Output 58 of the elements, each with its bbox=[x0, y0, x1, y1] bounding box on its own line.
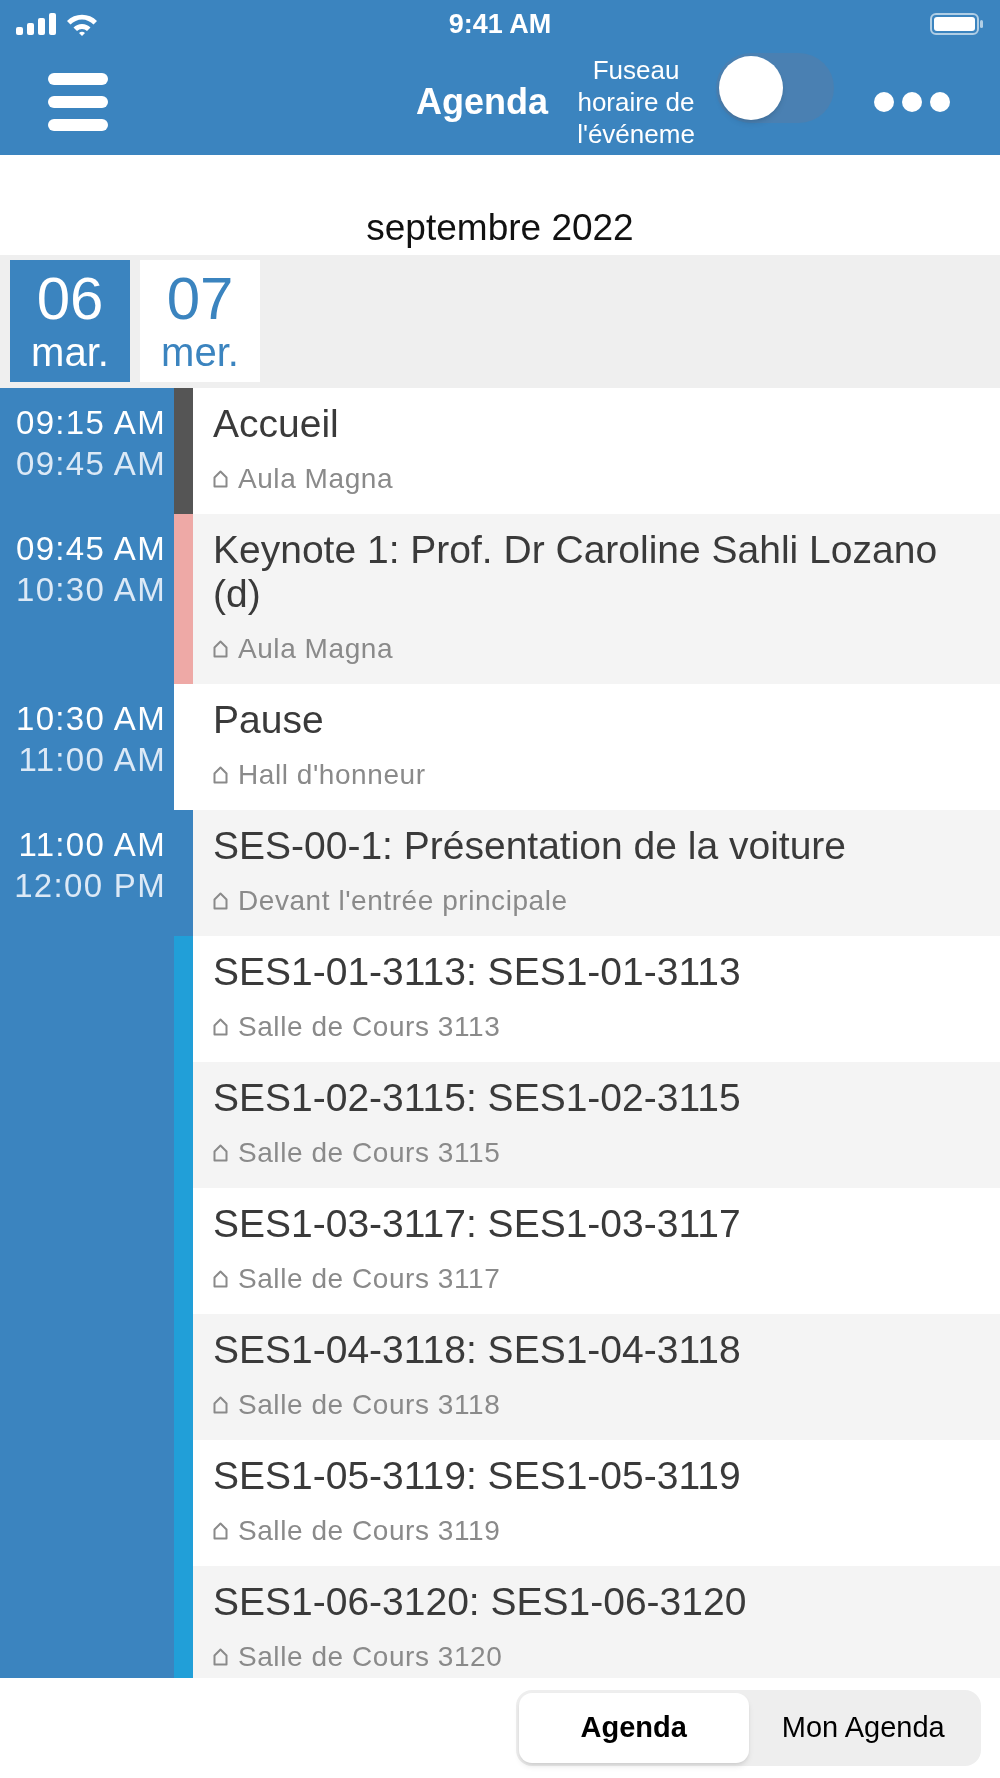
month-label: septembre 2022 bbox=[366, 206, 634, 250]
menu-icon bbox=[48, 72, 108, 131]
event-item[interactable]: SES1-02-3115: SES1-02-3115 Salle de Cours 3115 bbox=[193, 1062, 1000, 1188]
location-text: Salle de Cours 3115 bbox=[238, 1136, 501, 1170]
more-button[interactable] bbox=[874, 91, 950, 112]
signal-icon bbox=[16, 13, 56, 35]
wifi-icon bbox=[66, 12, 98, 36]
event-title: SES-00-1: Présentation de la voiture bbox=[213, 824, 848, 868]
event-title: Keynote 1: Prof. Dr Caroline Sahli Lozano (d) bbox=[213, 528, 939, 616]
end-time: 11:00 AM bbox=[18, 740, 166, 780]
event-item[interactable]: SES-00-1: Présentation de la voiture Devant l'entrée principale bbox=[193, 810, 1000, 936]
menu-button[interactable] bbox=[48, 72, 108, 131]
status-time: 9:41 AM bbox=[448, 7, 552, 41]
event-item[interactable]: Keynote 1: Prof. Dr Caroline Sahli Lozano (d) Aula Magna bbox=[193, 514, 1000, 684]
location-text: Hall d'honneur bbox=[238, 758, 426, 792]
location-text: Aula Magna bbox=[238, 462, 394, 496]
event-title: SES1-04-3118: SES1-04-3118 bbox=[213, 1328, 742, 1372]
event-item[interactable]: SES1-06-3120: SES1-06-3120 Salle de Cours 3120 bbox=[193, 1566, 1000, 1678]
event-title: SES1-05-3119: SES1-05-3119 bbox=[213, 1454, 742, 1498]
view-tab[interactable]: Agenda bbox=[519, 1693, 749, 1763]
toggle-label: Fuseau horaire de l'événeme bbox=[576, 53, 696, 150]
house-icon bbox=[213, 1270, 228, 1288]
location-text: Salle de Cours 3118 bbox=[238, 1388, 501, 1422]
start-time: 11:00 AM bbox=[18, 825, 166, 865]
start-time: 09:15 AM bbox=[16, 403, 166, 443]
event-title: SES1-06-3120: SES1-06-3120 bbox=[213, 1580, 748, 1624]
day-tab[interactable]: 06 mar. bbox=[10, 260, 130, 382]
end-time: 10:30 AM bbox=[16, 570, 166, 610]
location-text: Salle de Cours 3120 bbox=[238, 1640, 503, 1674]
location-text: Aula Magna bbox=[238, 632, 394, 666]
event-title: SES1-03-3117: SES1-03-3117 bbox=[213, 1202, 742, 1246]
event-title: Accueil bbox=[213, 402, 340, 446]
house-icon bbox=[213, 1396, 228, 1414]
house-icon bbox=[213, 1018, 228, 1036]
start-time: 09:45 AM bbox=[16, 529, 166, 569]
end-time: 12:00 PM bbox=[14, 866, 166, 906]
house-icon bbox=[213, 470, 228, 488]
day-tab[interactable]: 07 mer. bbox=[140, 260, 260, 382]
start-time: 10:30 AM bbox=[16, 699, 166, 739]
house-icon bbox=[213, 640, 228, 658]
house-icon bbox=[213, 766, 228, 784]
location-text: Salle de Cours 3113 bbox=[238, 1010, 501, 1044]
event-title: SES1-01-3113: SES1-01-3113 bbox=[213, 950, 742, 994]
house-icon bbox=[213, 1522, 228, 1540]
location-text: Salle de Cours 3117 bbox=[238, 1262, 501, 1296]
end-time: 09:45 AM bbox=[16, 444, 166, 484]
more-icon bbox=[874, 91, 950, 112]
house-icon bbox=[213, 1648, 228, 1666]
location-text: Salle de Cours 3119 bbox=[238, 1514, 501, 1548]
event-title: Pause bbox=[213, 698, 325, 742]
battery-icon bbox=[930, 13, 984, 35]
view-tab[interactable]: Mon Agenda bbox=[748, 1693, 978, 1763]
event-item[interactable]: SES1-04-3118: SES1-04-3118 Salle de Cours 3118 bbox=[193, 1314, 1000, 1440]
location-text: Devant l'entrée principale bbox=[238, 884, 568, 918]
event-title: SES1-02-3115: SES1-02-3115 bbox=[213, 1076, 742, 1120]
house-icon bbox=[213, 1144, 228, 1162]
page-title: Agenda bbox=[416, 79, 548, 124]
house-icon bbox=[213, 892, 228, 910]
